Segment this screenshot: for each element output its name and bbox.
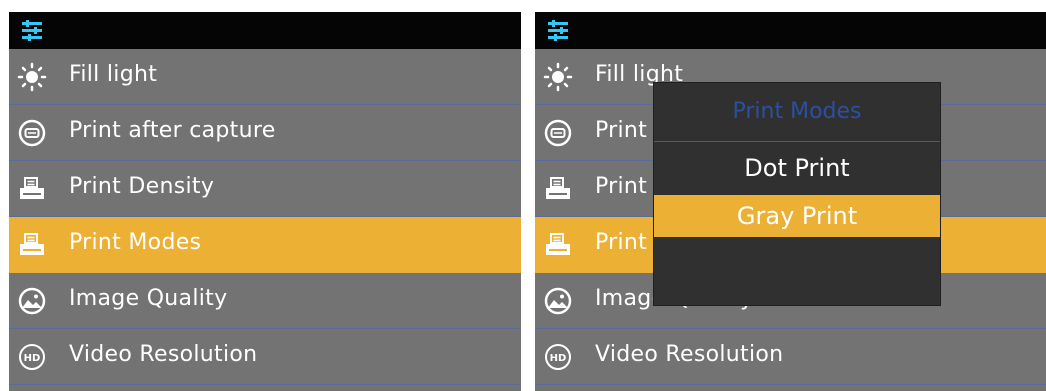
svg-text:HD: HD: [550, 353, 567, 364]
svg-text:HD: HD: [24, 353, 41, 364]
top-bar: [9, 12, 521, 49]
printer-icon: [546, 233, 570, 255]
hd-icon: HD: [545, 344, 571, 370]
menu-item-image-quality[interactable]: Image Quality: [9, 273, 521, 329]
menu-item-label: Image Quality: [69, 286, 228, 311]
settings-sliders-icon[interactable]: [547, 20, 569, 42]
print-circle-icon: [18, 119, 46, 147]
menu-item-label: Print Modes: [69, 230, 202, 255]
menu-item-video-resolution[interactable]: HD Video Resolution: [535, 329, 1046, 385]
sun-icon: [543, 62, 573, 92]
menu-item-label: Fill light: [69, 62, 158, 87]
hd-icon: HD: [19, 344, 45, 370]
menu-item-video-resolution[interactable]: HD Video Resolution: [9, 329, 521, 385]
printer-icon: [20, 177, 44, 199]
menu-item-label: Print after capture: [69, 118, 276, 143]
printer-icon: [20, 233, 44, 255]
popup-title: Print Modes: [732, 99, 862, 124]
print-circle-icon: [544, 119, 572, 147]
top-bar: [535, 12, 1046, 49]
menu-item-label: Print Density: [69, 174, 215, 199]
menu-item-fill-light[interactable]: Fill light: [9, 49, 521, 105]
sun-icon: [17, 62, 47, 92]
menu-item-label: Video Resolution: [595, 342, 784, 367]
printer-icon: [546, 177, 570, 199]
popup-divider: [654, 141, 940, 142]
popup-option-dot-print[interactable]: Dot Print: [654, 147, 940, 189]
menu-item-print-modes[interactable]: Print Modes: [9, 217, 521, 273]
popup-option-gray-print[interactable]: Gray Print: [654, 195, 940, 237]
menu-item-print-density[interactable]: Print Density: [9, 161, 521, 217]
menu-item-label: Video Resolution: [69, 342, 258, 367]
print-modes-popup: Print Modes Dot Print Gray Print: [653, 82, 941, 306]
left-settings-screen: Fill light Print after capture Print Den…: [9, 12, 521, 391]
settings-sliders-icon[interactable]: [21, 20, 43, 42]
image-circle-icon: [544, 287, 572, 315]
image-circle-icon: [18, 287, 46, 315]
menu-item-print-after-capture[interactable]: Print after capture: [9, 105, 521, 161]
right-settings-screen: Fill light Print after capture Print Den…: [535, 12, 1046, 391]
